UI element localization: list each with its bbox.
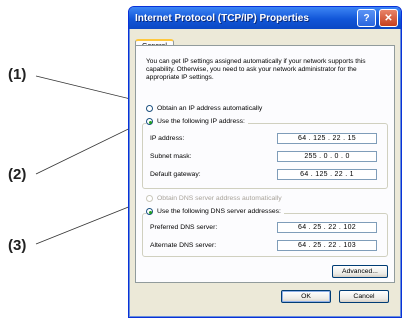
alternate-dns-field[interactable]: 64 . 25 . 22 . 103	[277, 239, 377, 251]
use-dns-option[interactable]: Use the following DNS server addresses:	[146, 208, 284, 215]
subnet-mask-field[interactable]: 255 . 0 . 0 . 0	[277, 150, 377, 162]
obtain-ip-auto-option[interactable]: Obtain an IP address automatically	[146, 105, 262, 112]
close-button[interactable]: ✕	[379, 9, 398, 27]
ok-button[interactable]: OK	[281, 290, 331, 303]
tcpip-properties-dialog: Internet Protocol (TCP/IP) Properties ? …	[128, 6, 402, 318]
obtain-dns-auto-option[interactable]: Obtain DNS server address automatically	[146, 195, 282, 202]
ip-address-field[interactable]: 64 . 125 . 22 . 15	[277, 132, 377, 144]
general-panel: You can get IP settings assigned automat…	[135, 45, 395, 283]
callout-3: (3)	[8, 237, 27, 254]
subnet-mask-label: Subnet mask:	[150, 152, 192, 160]
default-gateway-label: Default gateway:	[150, 170, 201, 178]
obtain-dns-auto-radio[interactable]	[146, 195, 153, 202]
default-gateway-row: Default gateway: 64 . 125 . 22 . 1	[150, 168, 382, 180]
callout-2: (2)	[8, 166, 27, 183]
title-bar[interactable]: Internet Protocol (TCP/IP) Properties ? …	[129, 7, 401, 29]
description-text: You can get IP settings assigned automat…	[146, 58, 366, 81]
ip-address-label: IP address:	[150, 134, 185, 142]
use-ip-radio[interactable]	[146, 118, 153, 125]
alternate-dns-label: Alternate DNS server:	[150, 241, 217, 249]
obtain-ip-auto-label: Obtain an IP address automatically	[157, 105, 263, 112]
obtain-dns-auto-label: Obtain DNS server address automatically	[157, 195, 282, 202]
obtain-ip-auto-radio[interactable]	[146, 105, 153, 112]
ip-address-row: IP address: 64 . 125 . 22 . 15	[150, 132, 382, 144]
use-dns-radio[interactable]	[146, 208, 153, 215]
cancel-button[interactable]: Cancel	[339, 290, 389, 303]
use-ip-option[interactable]: Use the following IP address:	[146, 118, 248, 125]
default-gateway-field[interactable]: 64 . 125 . 22 . 1	[277, 168, 377, 180]
advanced-button[interactable]: Advanced...	[332, 265, 388, 278]
subnet-mask-row: Subnet mask: 255 . 0 . 0 . 0	[150, 150, 382, 162]
use-dns-label: Use the following DNS server addresses:	[157, 208, 281, 215]
preferred-dns-label: Preferred DNS server:	[150, 223, 218, 231]
preferred-dns-field[interactable]: 64 . 25 . 22 . 102	[277, 221, 377, 233]
window-title: Internet Protocol (TCP/IP) Properties	[135, 12, 309, 24]
help-button[interactable]: ?	[357, 9, 376, 27]
preferred-dns-row: Preferred DNS server: 64 . 25 . 22 . 102	[150, 221, 382, 233]
use-ip-label: Use the following IP address:	[157, 118, 245, 125]
callout-1: (1)	[8, 66, 27, 83]
alternate-dns-row: Alternate DNS server: 64 . 25 . 22 . 103	[150, 239, 382, 251]
